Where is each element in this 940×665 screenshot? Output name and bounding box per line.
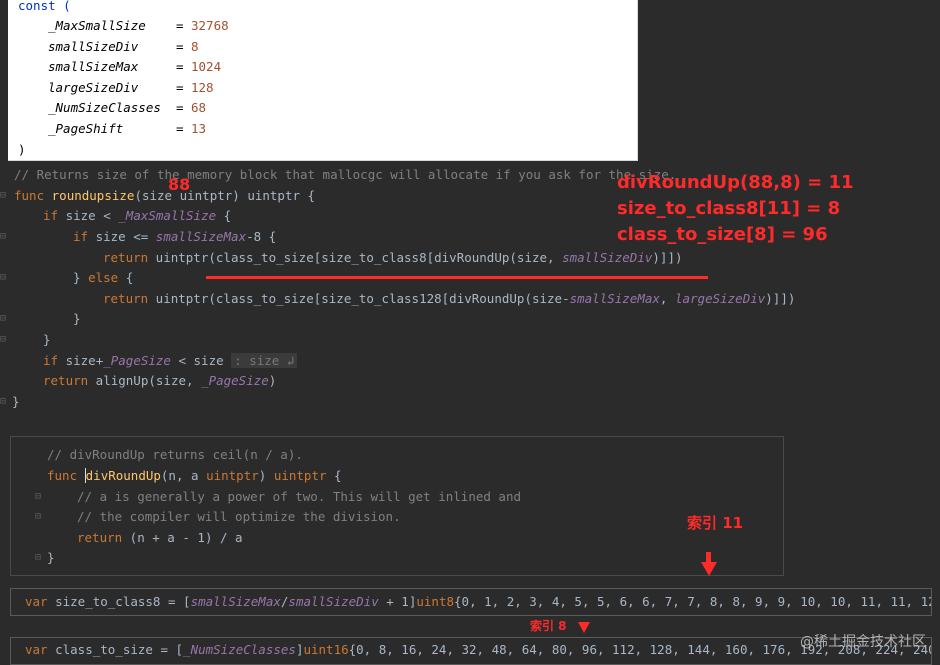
- fold-icon[interactable]: ⊟: [0, 272, 12, 283]
- const-name: _MaxSmallSize: [48, 18, 146, 33]
- annotation-index-11: 索引 11: [687, 514, 744, 532]
- annotation-class-to-size: class_to_size[8] = 96: [617, 224, 828, 245]
- const-close: ): [18, 142, 26, 157]
- const-name: _PageShift: [48, 120, 124, 136]
- const-panel: const ( _MaxSmallSize = 32768 smallSizeDi…: [8, 0, 638, 161]
- div-comment-3: // the compiler will optimize the divisi…: [77, 509, 401, 524]
- const-name: smallSizeMax: [48, 59, 139, 74]
- if-smallsizemax-line: if size <= smallSizeMax-8 {: [73, 229, 277, 244]
- return-class8-line: return uintptr(class_to_size[size_to_cla…: [103, 250, 683, 265]
- annotation-index-8: 索引 8: [530, 619, 567, 633]
- div-return-line: return (n + a - 1) / a: [77, 530, 243, 545]
- fold-icon[interactable]: ⊟: [35, 552, 47, 563]
- fold-icon[interactable]: ⊟: [35, 511, 47, 522]
- div-close-brace: }: [47, 550, 55, 565]
- return-alignup-line: return alignUp(size, _PageSize): [43, 373, 277, 388]
- const-value: 68: [191, 100, 207, 115]
- const-value: 128: [191, 79, 214, 95]
- arrow-shaft: [706, 552, 711, 564]
- annotation-divroundup: divRoundUp(88,8) = 11: [617, 172, 854, 193]
- annotation-size-to-class8: size_to_class8[11] = 8: [617, 198, 841, 219]
- div-comment-2: // a is generally a power of two. This w…: [77, 489, 522, 504]
- close-inner-brace: }: [73, 311, 81, 326]
- const-name: largeSizeDiv: [48, 79, 139, 95]
- class-to-size-line: var class_to_size = [_NumSizeClasses]uin…: [25, 642, 932, 657]
- else-line: } else {: [73, 270, 134, 285]
- const-row: smallSizeMax = 1024: [48, 59, 222, 74]
- close-mid-brace: }: [43, 332, 51, 347]
- const-open: const (: [18, 0, 71, 13]
- const-value: 8: [191, 38, 199, 54]
- const-value: 13: [191, 120, 207, 136]
- fold-icon[interactable]: ⊟: [0, 396, 12, 407]
- arrow-down-icon: [701, 562, 717, 576]
- const-row: largeSizeDiv = 128: [48, 79, 214, 95]
- func-roundupsize-line: func roundupsize(size uintptr) uintptr {: [14, 188, 316, 203]
- highlight-underline: [206, 276, 708, 279]
- const-value: 1024: [191, 59, 222, 74]
- const-row: smallSizeDiv = 8: [48, 38, 199, 54]
- func-name-divroundup[interactable]: divRoundUp: [84, 468, 161, 483]
- class-to-size-bar: var class_to_size = [_NumSizeClasses]uin…: [10, 637, 932, 665]
- div-comment: // divRoundUp returns ceil(n / a).: [47, 447, 303, 462]
- if-pagesize-line: if size+_PageSize < size : size ↲: [43, 351, 298, 371]
- const-value: 32768: [191, 18, 229, 33]
- arrow-down-icon: [578, 622, 590, 633]
- comment-returns-size: // Returns size of the memory block that…: [14, 167, 677, 182]
- size-to-class8-line: var size_to_class8 = [smallSizeMax/small…: [25, 594, 932, 609]
- fold-icon[interactable]: ⊟: [0, 334, 12, 345]
- if-maxsmallsize-line: if size < _MaxSmallSize {: [43, 208, 232, 223]
- const-row: _NumSizeClasses = 68: [48, 100, 207, 115]
- inlay-hint: : size ↲: [231, 353, 298, 368]
- size-to-class8-bar: var size_to_class8 = [smallSizeMax/small…: [10, 588, 932, 616]
- const-row: _MaxSmallSize = 32768: [48, 18, 229, 33]
- div-func-line: func divRoundUp(n, a uintptr) uintptr {: [47, 468, 342, 483]
- const-name: smallSizeDiv: [48, 38, 139, 54]
- func-name-roundupsize[interactable]: roundupsize: [52, 188, 135, 203]
- const-name: _NumSizeClasses: [48, 100, 161, 115]
- fold-icon[interactable]: ⊟: [0, 231, 12, 242]
- close-func-brace: }: [12, 394, 20, 409]
- fold-icon[interactable]: ⊟: [0, 313, 12, 324]
- divroundup-popup: // divRoundUp returns ceil(n / a). func …: [10, 436, 784, 576]
- annotation-88: 88: [168, 175, 191, 194]
- fold-icon[interactable]: ⊟: [35, 491, 47, 502]
- const-row: _PageShift = 13: [48, 120, 207, 136]
- fold-icon[interactable]: ⊟: [0, 190, 12, 201]
- return-class128-line: return uintptr(class_to_size[size_to_cla…: [103, 291, 796, 306]
- watermark: @稀土掘金技术社区: [800, 634, 926, 650]
